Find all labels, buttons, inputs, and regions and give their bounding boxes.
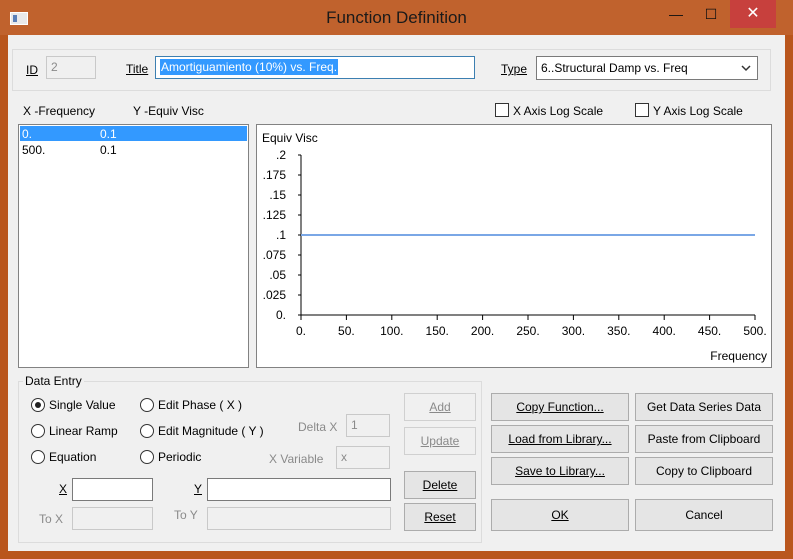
x-tick-label: 0. [296,324,306,338]
ok-button[interactable]: OK [491,499,629,531]
list-item-y: 0.1 [100,127,117,141]
x-tick-label: 50. [338,324,355,338]
title-bar[interactable]: Function Definition — ☐ ✕ [0,0,793,35]
plot-canvas: Equiv Visc Frequency 0. .025 .05 .075 .1 .125… [262,131,767,363]
edit-magnitude-radio[interactable] [140,424,154,438]
x-tick-label: 200. [471,324,494,338]
periodic-radio[interactable] [140,450,154,464]
x-value-label: X [59,482,68,496]
list-item-x: 500. [22,143,46,157]
to-x-field [72,507,153,530]
list-item-y: 0.1 [100,143,117,157]
to-y-label: To Y [174,508,198,522]
id-label: ID [26,63,38,77]
dialog-client: ID 2 Title Amortiguamiento (10%) vs. Fre… [8,35,785,551]
y-tick-label: .025 [263,288,287,302]
x-tick-label: 500. [743,324,766,338]
minimize-icon: — [669,6,683,22]
linear-ramp-radio[interactable] [31,424,45,438]
x-log-scale-checkbox[interactable] [495,103,509,117]
function-definition-window: Function Definition — ☐ ✕ ID 2 Title Amo… [0,0,793,559]
get-data-series-button[interactable]: Get Data Series Data [635,393,773,421]
list-item-x: 0. [22,127,33,141]
x-tick-label: 250. [516,324,539,338]
y-tick-label: .075 [263,248,287,262]
update-button[interactable]: Update [404,427,476,455]
y-tick-label: .125 [263,208,287,222]
title-label: Title [126,62,149,76]
list-item[interactable]: 0. 0.1 [20,126,247,141]
copy-function-button[interactable]: Copy Function... [491,393,629,421]
title-input-text: Amortiguamiento (10%) vs. Freq. [160,59,339,75]
cancel-button[interactable]: Cancel [635,499,773,531]
x-log-scale-label: X Axis Log Scale [513,104,604,118]
type-select-value: 6..Structural Damp vs. Freq [541,61,688,75]
id-field: 2 [46,56,96,79]
add-button[interactable]: Add [404,393,476,421]
y-log-scale-label: Y Axis Log Scale [653,104,743,118]
type-label: Type [501,62,528,76]
y-tick-label: .1 [276,228,286,242]
maximize-icon: ☐ [704,6,718,22]
y-column-header: Y -Equiv Visc [133,104,204,118]
single-value-radio[interactable] [31,398,45,412]
y-tick-label: .2 [276,148,286,162]
edit-magnitude-label: Edit Magnitude ( Y ) [158,424,264,438]
edit-phase-radio[interactable] [140,398,154,412]
x-variable-label: X Variable [269,452,324,466]
type-select[interactable]: 6..Structural Damp vs. Freq [536,56,758,80]
list-item[interactable]: 500. 0.1 [20,142,247,157]
load-from-library-button[interactable]: Load from Library... [491,425,629,453]
x-tick-label: 100. [380,324,403,338]
to-x-label: To X [39,512,64,526]
linear-ramp-label: Linear Ramp [49,424,118,438]
y-tick-label: .15 [269,188,286,202]
x-tick-label: 400. [653,324,676,338]
equation-radio[interactable] [31,450,45,464]
function-plot: Equiv Visc Frequency 0. .025 .05 .075 .1 .125… [256,124,772,368]
periodic-label: Periodic [158,450,202,464]
delta-x-field: 1 [346,414,390,437]
reset-button[interactable]: Reset [404,503,476,531]
y-value-label: Y [194,482,203,496]
title-input[interactable]: Amortiguamiento (10%) vs. Freq. [155,56,475,79]
y-tick-label: .175 [263,168,287,182]
y-tick-label: .05 [269,268,286,282]
close-icon: ✕ [746,5,760,22]
maximize-button[interactable]: ☐ [688,0,734,28]
to-y-field [207,507,391,530]
equation-label: Equation [49,450,97,464]
x-variable-field: x [336,446,390,469]
delta-x-label: Delta X [298,420,338,434]
y-tick-label: 0. [276,308,286,322]
copy-to-clipboard-button[interactable]: Copy to Clipboard [635,457,773,485]
x-tick-label: 150. [426,324,449,338]
x-column-header: X -Frequency [23,104,96,118]
x-axis-label: Frequency [710,349,767,363]
delete-button[interactable]: Delete [404,471,476,499]
y-log-scale-checkbox[interactable] [635,103,649,117]
paste-from-clipboard-button[interactable]: Paste from Clipboard [635,425,773,453]
chevron-down-icon [741,65,751,72]
x-tick-label: 350. [607,324,630,338]
x-tick-label: 300. [562,324,585,338]
y-axis-label: Equiv Visc [262,131,318,145]
x-tick-label: 450. [698,324,721,338]
edit-phase-label: Edit Phase ( X ) [158,398,243,412]
close-button[interactable]: ✕ [730,0,776,28]
x-value-input[interactable] [72,478,153,501]
y-value-input[interactable] [207,478,391,501]
data-entry-label: Data Entry [23,374,84,388]
single-value-label: Single Value [49,398,116,412]
data-point-list[interactable]: 0. 0.1 500. 0.1 [18,124,249,368]
save-to-library-button[interactable]: Save to Library... [491,457,629,485]
